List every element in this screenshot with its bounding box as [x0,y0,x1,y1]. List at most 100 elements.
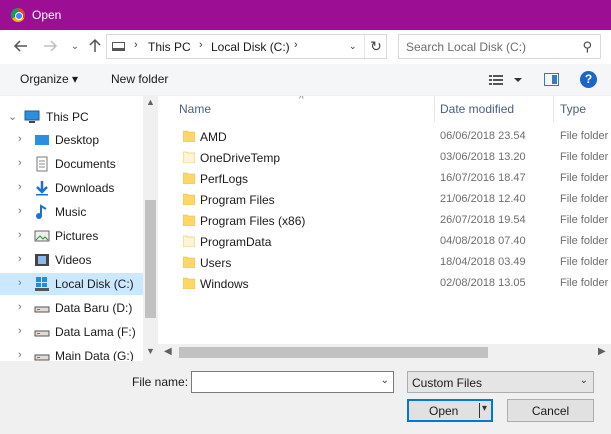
file-row[interactable]: Windows 02/08/2018 13.05 File folder [158,273,611,294]
sidebar-item-local-disk-c[interactable]: › Local Disk (C:) [0,273,143,295]
forward-button[interactable] [41,38,59,56]
file-row[interactable]: Program Files (x86) 26/07/2018 19.54 File … [158,210,611,231]
breadcrumb-separator[interactable]: › [199,39,203,51]
sidebar-item-this-pc[interactable]: ⌄ This PC [0,106,143,128]
recent-locations-button[interactable]: ⌄ [66,38,84,56]
breadcrumb-separator[interactable]: › [134,39,138,51]
file-name: ProgramData [200,235,272,249]
file-type-filter-value: Custom Files [412,376,483,390]
column-header-type[interactable]: Type [560,102,586,116]
scroll-right-arrow-icon[interactable]: ▶ [598,346,606,357]
chevron-right-icon[interactable]: › [18,349,22,361]
split-divider [479,403,480,418]
file-row[interactable]: PerfLogs 16/07/2016 18.47 File folder [158,168,611,189]
sidebar-item-label: Downloads [55,181,115,195]
music-icon [36,204,47,219]
scrollbar-thumb[interactable] [179,347,488,358]
folder-icon [183,151,195,163]
file-name-combobox[interactable]: ⌄ [191,371,394,393]
file-row[interactable]: OneDriveTemp 03/06/2018 13.20 File folder [158,147,611,168]
column-header-name[interactable]: Name [179,102,211,116]
folder-icon [183,256,195,268]
file-name: PerfLogs [200,172,249,186]
sidebar-item-documents[interactable]: › Documents [0,153,143,175]
new-folder-button[interactable]: New folder [111,72,168,86]
column-header-date-modified[interactable]: Date modified [440,102,514,116]
change-view-button[interactable] [488,72,528,88]
navigation-pane: ⌄ This PC › Desktop › Documents › Downlo… [0,96,158,361]
sidebar-item-data-baru-d[interactable]: › Data Baru (D:) [0,297,143,319]
up-button[interactable] [86,38,104,56]
sort-ascending-icon: ^ [299,96,304,105]
column-divider[interactable] [553,96,554,122]
refresh-button[interactable]: ↻ [364,35,387,58]
search-icon: ⚲ [582,39,592,54]
address-bar[interactable]: › This PC › Local Disk (C:) › ⌄ ↻ [106,34,387,59]
scroll-up-arrow-icon[interactable]: ▲ [146,97,155,107]
horizontal-scrollbar[interactable]: ◀ ▶ [158,344,611,361]
file-type: File folder [560,235,609,247]
breadcrumb-local-disk[interactable]: Local Disk (C:) [211,40,290,54]
file-type: File folder [560,214,609,226]
refresh-icon: ↻ [370,38,382,54]
file-type-filter[interactable]: Custom Files ⌄ [407,371,594,393]
search-box[interactable]: Search Local Disk (C:) ⚲ [398,34,601,59]
chevron-right-icon[interactable]: › [18,325,22,337]
chevron-right-icon[interactable]: › [18,253,22,265]
sidebar-item-label: Main Data (G:) [55,349,134,361]
column-divider[interactable] [434,96,435,122]
file-name: AMD [200,130,227,144]
scroll-left-arrow-icon[interactable]: ◀ [164,346,172,357]
pictures-icon [34,230,50,242]
chevron-right-icon[interactable]: › [18,133,22,145]
folder-icon [183,277,195,289]
open-button[interactable]: Open ▾ [407,399,493,422]
file-row[interactable]: Users 18/04/2018 03.49 File folder [158,252,611,273]
chevron-right-icon[interactable]: › [18,157,22,169]
file-row[interactable]: ProgramData 04/08/2018 07.40 File folder [158,231,611,252]
chevron-down-icon[interactable]: ⌄ [8,110,17,123]
sidebar-scrollbar[interactable]: ▲ ▼ [143,96,158,361]
help-button[interactable]: ? [580,71,597,88]
file-row[interactable]: AMD 06/06/2018 23.54 File folder [158,126,611,147]
organize-button[interactable]: Organize ▾ [20,72,78,86]
scrollbar-thumb[interactable] [145,200,156,318]
breadcrumb-separator[interactable]: › [294,39,298,51]
scroll-down-arrow-icon[interactable]: ▼ [146,346,155,356]
folder-icon [183,172,195,184]
chevron-right-icon[interactable]: › [18,301,22,313]
file-row[interactable]: Program Files 21/06/2018 12.40 File folder [158,189,611,210]
chevron-down-icon[interactable]: ⌄ [381,375,389,386]
breadcrumb-this-pc[interactable]: This PC [148,40,191,54]
sidebar-item-label: This PC [46,110,89,124]
file-date-modified: 26/07/2018 19.54 [440,214,526,226]
sidebar-item-downloads[interactable]: › Downloads [0,177,143,199]
file-name: Users [200,256,232,270]
cancel-button[interactable]: Cancel [507,399,594,422]
sidebar-item-data-lama-f[interactable]: › Data Lama (F:) [0,321,143,343]
chevron-right-icon[interactable]: › [18,277,22,289]
preview-pane-button[interactable] [544,73,559,86]
chevron-right-icon[interactable]: › [18,229,22,241]
sidebar-item-label: Desktop [55,133,100,147]
chevron-right-icon[interactable]: › [18,181,22,193]
sidebar-item-label: Videos [55,253,92,267]
cancel-button-label: Cancel [531,404,570,418]
chevron-right-icon[interactable]: › [18,205,22,217]
file-dialog-footer: File name: ⌄ Custom Files ⌄ Open ▾ Cance… [0,361,611,434]
arrow-up-icon [89,38,101,52]
file-list: ^ Name Date modified Type AMD 06/06/2018 … [158,96,611,361]
address-history-dropdown[interactable]: ⌄ [349,41,357,52]
sidebar-item-videos[interactable]: › Videos [0,249,143,271]
file-name-input[interactable] [192,372,372,392]
drive-icon [34,354,50,361]
sidebar-item-music[interactable]: › Music [0,201,143,223]
open-options-dropdown[interactable]: ▾ [482,403,487,414]
back-button[interactable] [12,38,30,56]
sidebar-item-main-data-g[interactable]: › Main Data (G:) [0,345,143,361]
sidebar-item-pictures[interactable]: › Pictures [0,225,143,247]
sidebar-item-label: Data Lama (F:) [55,325,136,339]
sidebar-item-desktop[interactable]: › Desktop [0,129,143,151]
file-date-modified: 21/06/2018 12.40 [440,193,526,205]
sidebar-item-label: Music [55,205,87,219]
